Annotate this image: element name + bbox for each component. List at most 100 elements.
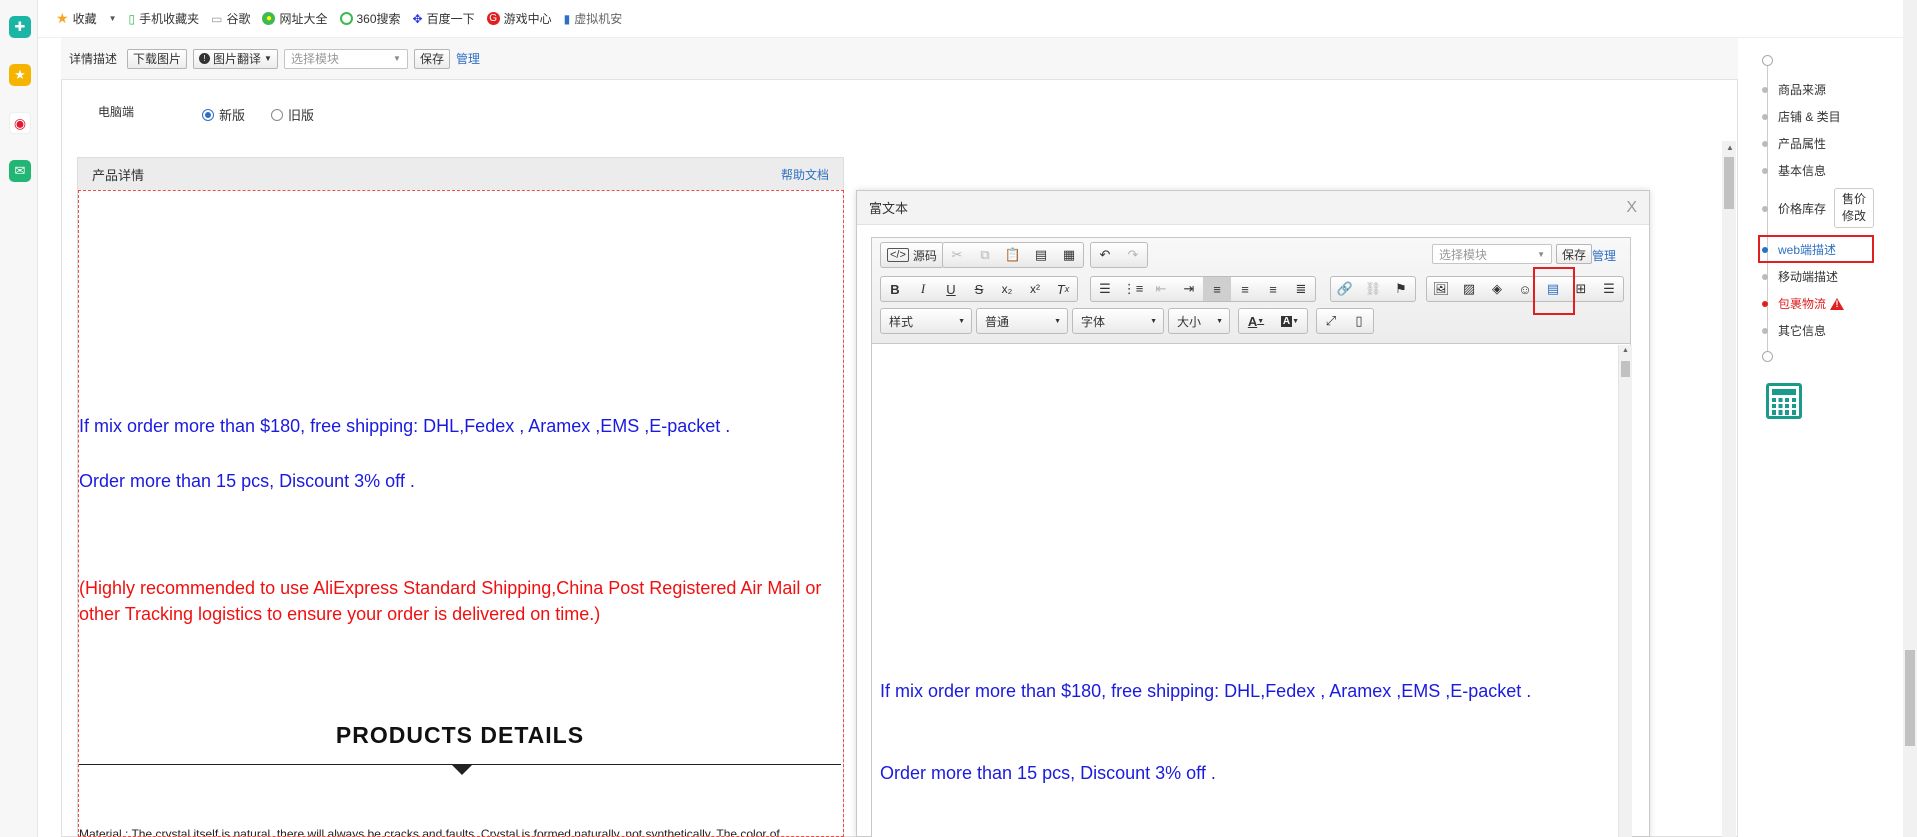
page-scrollbar[interactable] — [1903, 0, 1917, 837]
template-icon-highlight — [1533, 267, 1575, 315]
module-select[interactable]: 选择模块 ▼ — [283, 48, 408, 69]
detail-toolbar: 详情描述 下载图片 ! 图片翻译 ▼ 选择模块 ▼ 保存 管理 — [61, 38, 1738, 80]
nav-dot — [1762, 273, 1768, 280]
editor-module-select[interactable]: 选择模块 ▼ — [1432, 244, 1552, 264]
download-images-button[interactable]: 下载图片 — [127, 48, 188, 69]
content-scrollbar-thumb[interactable] — [1724, 157, 1734, 209]
nav-item-basic-info[interactable]: 基本信息 — [1762, 162, 1826, 179]
preview-logistics-text: (Highly recommended to use AliExpress St… — [79, 578, 822, 624]
chevron-down-icon[interactable]: ▼ — [109, 14, 117, 23]
bookmark-navigation[interactable]: ● 网址大全 — [262, 10, 328, 27]
mail-icon[interactable]: ✉ — [9, 160, 31, 182]
weibo-icon[interactable]: ◉ — [9, 112, 31, 134]
360-icon — [339, 12, 353, 25]
indent-icon[interactable]: ⇥ — [1175, 277, 1203, 301]
bookmark-360[interactable]: 360搜索 — [339, 10, 401, 27]
copy-icon[interactable]: ⧉ — [971, 243, 999, 267]
nav-item-attributes[interactable]: 产品属性 — [1762, 135, 1826, 152]
nav-item-mobile-desc[interactable]: 移动端描述 — [1762, 268, 1838, 285]
image-icon[interactable]: 🖼 — [1427, 277, 1455, 301]
font-combo[interactable]: 字体 ▼ — [1072, 308, 1164, 334]
align-right-icon[interactable]: ≡ — [1259, 277, 1287, 301]
nav-item-web-desc[interactable]: web端描述 — [1762, 241, 1836, 258]
page-scrollbar-thumb[interactable] — [1905, 650, 1915, 746]
outdent-icon[interactable]: ⇤ — [1147, 277, 1175, 301]
undo-icon[interactable]: ↶ — [1091, 243, 1119, 267]
navigation-icon: ● — [262, 12, 276, 25]
paste-icon[interactable]: 📋 — [999, 243, 1027, 267]
bookmark-game[interactable]: G 游戏中心 — [486, 10, 552, 27]
align-justify-icon[interactable]: ≣ — [1287, 277, 1315, 301]
close-icon[interactable]: X — [1626, 199, 1637, 217]
nav-item-source[interactable]: 商品来源 — [1762, 81, 1826, 98]
save-button[interactable]: 保存 — [413, 48, 450, 69]
radio-new-version[interactable]: 新版 — [202, 105, 245, 124]
redo-icon[interactable]: ↷ — [1119, 243, 1147, 267]
radio-unchecked-icon — [271, 108, 284, 121]
editor-save-button[interactable]: 保存 — [1556, 244, 1593, 264]
price-edit-button[interactable]: 售价 修改 — [1834, 188, 1874, 228]
bulleted-list-icon[interactable]: ⋮≡ — [1119, 277, 1147, 301]
paste-word-icon[interactable]: ▦ — [1055, 243, 1083, 267]
plus-app-icon[interactable]: ✚ — [9, 16, 31, 38]
radio-old-version[interactable]: 旧版 — [271, 105, 314, 124]
remove-format-icon[interactable]: Tx — [1049, 277, 1077, 301]
product-detail-header: 产品详情 帮助文档 — [78, 158, 843, 190]
nav-dot — [1762, 205, 1768, 212]
italic-icon[interactable]: I — [909, 277, 937, 301]
bookmark-google[interactable]: ▭ 谷歌 — [211, 10, 250, 27]
style-combo[interactable]: 样式 ▼ — [880, 308, 972, 334]
image-gallery-icon[interactable]: ▨ — [1455, 277, 1483, 301]
link-group: 🔗 ⛓ ⚑ — [1330, 276, 1416, 302]
color-group: A ▼ A ▼ — [1238, 308, 1308, 334]
editor-scrollbar[interactable]: ▲ — [1618, 345, 1632, 837]
page-icon: ▭ — [211, 11, 223, 26]
bold-icon[interactable]: B — [881, 277, 909, 301]
platform-radio-group: 新版 旧版 — [202, 105, 314, 124]
bookmark-baidu[interactable]: ✥ 百度一下 — [413, 10, 475, 27]
nav-item-price-stock[interactable]: 价格库存 — [1762, 200, 1826, 217]
nav-item-store-category[interactable]: 店铺 & 类目 — [1762, 108, 1841, 125]
editor-scrollbar-thumb[interactable] — [1621, 361, 1630, 377]
strikethrough-icon[interactable]: S — [965, 277, 993, 301]
warning-icon: ! — [1830, 297, 1845, 310]
bookmark-mobile[interactable]: ▯ 手机收藏夹 — [129, 10, 200, 27]
align-center-icon[interactable]: ≡ — [1231, 277, 1259, 301]
media-icon[interactable]: ◈ — [1483, 277, 1511, 301]
favorites-star-icon[interactable]: ★ — [9, 64, 31, 86]
translate-images-button[interactable]: ! 图片翻译 ▼ — [193, 48, 278, 69]
scroll-up-icon[interactable]: ▲ — [1622, 347, 1629, 354]
manage-link[interactable]: 管理 — [456, 50, 480, 67]
align-left-icon[interactable]: ≡ — [1203, 277, 1231, 301]
nav-item-logistics[interactable]: 包裹物流 ! — [1762, 295, 1845, 312]
nav-dot — [1762, 167, 1768, 174]
link-icon[interactable]: 🔗 — [1331, 277, 1359, 301]
nav-item-other-info[interactable]: 其它信息 — [1762, 322, 1826, 339]
editor-manage-link[interactable]: 管理 — [1592, 247, 1616, 264]
show-blocks-icon[interactable]: ▯ — [1345, 309, 1373, 333]
format-combo[interactable]: 普通 ▼ — [976, 308, 1068, 334]
paste-text-icon[interactable]: ▤ — [1027, 243, 1055, 267]
superscript-icon[interactable]: x² — [1021, 277, 1049, 301]
background-color-icon[interactable]: A ▼ — [1273, 309, 1307, 333]
content-scrollbar[interactable] — [1722, 141, 1736, 837]
editor-content[interactable]: If mix order more than $180, free shippi… — [872, 345, 1618, 837]
bookmark-favorites[interactable]: ★ 收藏 ▼ — [56, 10, 117, 27]
subscript-icon[interactable]: x₂ — [993, 277, 1021, 301]
horizontal-rule-icon[interactable]: ☰ — [1595, 277, 1623, 301]
caret-down-icon: ▼ — [264, 54, 272, 63]
calculator-icon[interactable] — [1766, 383, 1802, 419]
bookmark-vm[interactable]: ▮ 虚拟机安 — [564, 10, 623, 27]
unlink-icon[interactable]: ⛓ — [1359, 277, 1387, 301]
help-doc-link[interactable]: 帮助文档 — [781, 166, 829, 183]
numbered-list-icon[interactable]: ☰ — [1091, 277, 1119, 301]
underline-icon[interactable]: U — [937, 277, 965, 301]
maximize-icon[interactable]: ⤢ — [1317, 309, 1345, 333]
product-detail-preview[interactable]: If mix order more than $180, free shippi… — [78, 190, 844, 837]
text-color-icon[interactable]: A ▼ — [1239, 309, 1273, 333]
size-combo[interactable]: 大小 ▼ — [1168, 308, 1230, 334]
cut-icon[interactable]: ✂ — [943, 243, 971, 267]
scroll-up-icon[interactable]: ▲ — [1726, 143, 1734, 152]
anchor-flag-icon[interactable]: ⚑ — [1387, 277, 1415, 301]
source-button[interactable]: </> 源码 — [881, 243, 943, 267]
